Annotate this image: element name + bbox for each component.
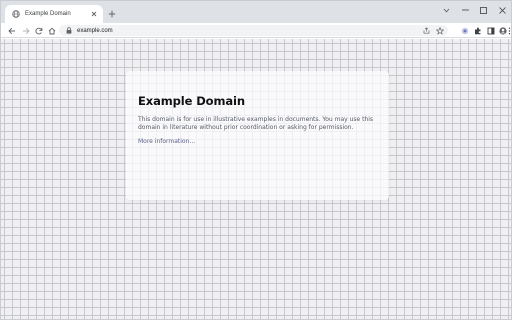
tab-search-button[interactable] [438, 4, 454, 16]
extension-icon [461, 27, 468, 34]
tab-strip: Example Domain [1, 1, 511, 23]
close-icon [498, 6, 506, 14]
share-icon[interactable] [422, 26, 431, 35]
forward-button[interactable] [20, 25, 31, 36]
arrow-right-icon [22, 27, 30, 34]
plus-icon [108, 10, 116, 18]
home-icon [48, 27, 55, 34]
extensions-menu-button[interactable] [472, 25, 483, 36]
minimize-button[interactable] [457, 4, 473, 16]
reload-icon [34, 27, 42, 34]
browser-window: Example Domain example.com Example Domai… [0, 0, 512, 320]
extension-button[interactable] [459, 25, 470, 36]
home-button[interactable] [46, 25, 57, 36]
maximize-icon [479, 6, 487, 14]
globe-icon [12, 10, 20, 18]
arrow-left-icon [7, 27, 15, 34]
star-icon[interactable] [435, 26, 444, 35]
minimize-icon [461, 9, 469, 11]
address-bar[interactable]: example.com [59, 25, 448, 36]
sidepanel-icon [487, 27, 494, 34]
new-tab-button[interactable] [107, 9, 117, 19]
tab-close-icon[interactable] [89, 9, 99, 19]
page-viewport: Example Domain This domain is for use in… [1, 39, 511, 319]
puzzle-icon [474, 27, 480, 34]
page-description: This domain is for use in illustrative e… [138, 116, 374, 132]
url-text[interactable]: example.com [77, 28, 422, 34]
close-window-button[interactable] [494, 4, 510, 16]
maximize-button[interactable] [475, 4, 491, 16]
content-card: Example Domain This domain is for use in… [126, 71, 389, 200]
chevron-down-icon [443, 8, 449, 12]
browser-toolbar: example.com [1, 23, 511, 38]
reload-button[interactable] [33, 25, 44, 36]
lock-icon[interactable] [65, 27, 73, 35]
tab-example-domain[interactable]: Example Domain [5, 5, 103, 23]
menu-icon [508, 27, 510, 34]
side-panel-button[interactable] [485, 25, 496, 36]
more-information-link[interactable]: More information... [138, 138, 195, 145]
menu-button[interactable] [506, 25, 511, 36]
back-button[interactable] [6, 25, 17, 36]
page-heading: Example Domain [138, 94, 245, 108]
tab-title: Example Domain [25, 11, 71, 17]
